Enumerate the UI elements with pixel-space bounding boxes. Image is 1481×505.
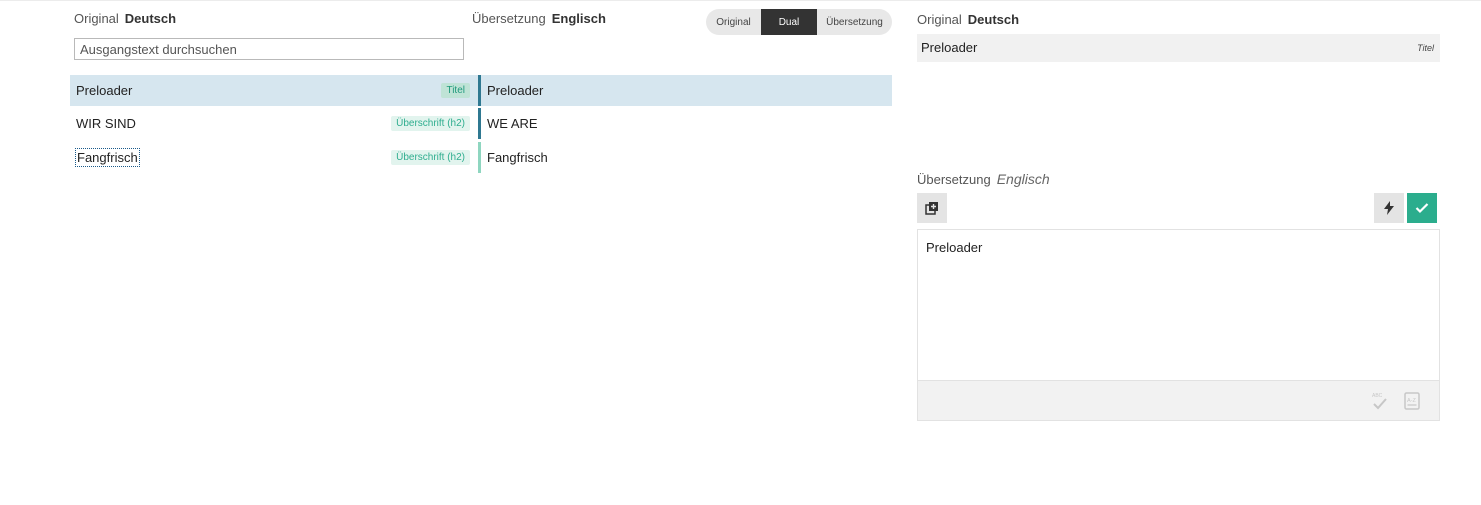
- segment-row[interactable]: WIR SIND Überschrift (h2) WE ARE: [70, 108, 892, 139]
- segment-target-text: Fangfrisch: [487, 150, 548, 165]
- lightning-icon: [1384, 201, 1394, 215]
- svg-text:ABC: ABC: [1372, 393, 1383, 399]
- source-type-label: Titel: [1417, 43, 1434, 53]
- segment-source-text: WIR SIND: [76, 116, 136, 131]
- source-header-label: Original: [74, 11, 119, 26]
- segment-row[interactable]: Preloader Titel Preloader: [70, 75, 892, 106]
- segment-type-badge: Titel: [441, 83, 470, 98]
- target-language: Englisch: [551, 11, 606, 26]
- copy-source-icon: [925, 202, 938, 215]
- segment-status-bar: [478, 75, 481, 106]
- editor-translation-label: Übersetzung: [917, 172, 991, 187]
- machine-translate-button[interactable]: [1374, 193, 1404, 223]
- segment-type-badge: Überschrift (h2): [391, 116, 470, 131]
- translation-editor[interactable]: Preloader ABC A-Z: [917, 229, 1440, 421]
- source-column-header: Original Deutsch: [74, 11, 176, 26]
- segment-source-text: Fangfrisch: [75, 148, 140, 167]
- editor-source-header: Original Deutsch: [917, 12, 1019, 27]
- spellcheck-icon[interactable]: ABC: [1371, 391, 1389, 411]
- glossary-az-icon[interactable]: A-Z: [1404, 391, 1422, 411]
- segment-source-text: Preloader: [76, 83, 133, 98]
- view-mode-dual[interactable]: Dual: [761, 9, 817, 35]
- copy-source-button[interactable]: [917, 193, 947, 223]
- view-mode-toggle: Original Dual Übersetzung: [706, 9, 892, 35]
- segment-row[interactable]: Fangfrisch Überschrift (h2) Fangfrisch: [70, 142, 892, 173]
- segment-target-text: WE ARE: [487, 116, 538, 131]
- source-search-input[interactable]: [74, 38, 464, 60]
- top-divider: [0, 0, 1481, 1]
- source-text: Preloader: [921, 40, 978, 55]
- confirm-translation-button[interactable]: [1407, 193, 1437, 223]
- source-language: Deutsch: [124, 11, 177, 26]
- editor-translation-language: Englisch: [996, 171, 1050, 187]
- translation-text[interactable]: Preloader: [926, 240, 982, 255]
- segment-type-badge: Überschrift (h2): [391, 150, 470, 165]
- segment-target-text: Preloader: [487, 83, 544, 98]
- editor-source-label: Original: [917, 12, 962, 27]
- editor-translation-header: Übersetzung Englisch: [917, 171, 1050, 187]
- target-column-header: Übersetzung Englisch: [472, 11, 606, 26]
- checkmark-icon: [1415, 203, 1429, 214]
- segment-status-bar: [478, 108, 481, 139]
- target-header-label: Übersetzung: [472, 11, 546, 26]
- source-text-box: Preloader Titel: [917, 34, 1440, 62]
- segment-status-bar: [478, 142, 481, 173]
- editor-source-language: Deutsch: [967, 12, 1020, 27]
- svg-text:A-Z: A-Z: [1407, 398, 1417, 404]
- view-mode-original[interactable]: Original: [706, 9, 761, 35]
- view-mode-translation[interactable]: Übersetzung: [817, 9, 892, 35]
- editor-footer: ABC A-Z: [918, 380, 1439, 420]
